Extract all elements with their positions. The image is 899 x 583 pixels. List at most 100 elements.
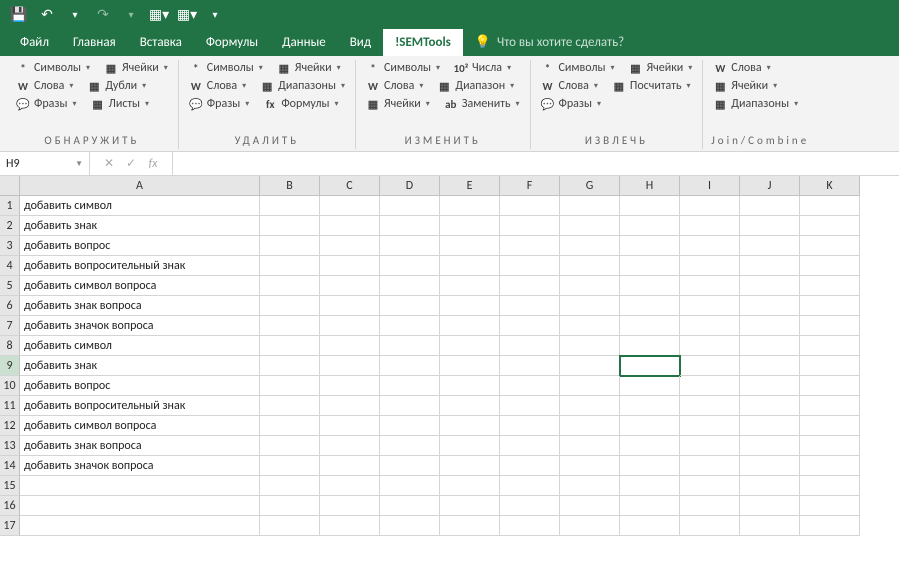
cell[interactable] xyxy=(440,456,500,476)
cell[interactable] xyxy=(320,476,380,496)
cell[interactable] xyxy=(380,196,440,216)
col-header-F[interactable]: F xyxy=(500,176,560,196)
cell[interactable] xyxy=(560,196,620,216)
cell[interactable] xyxy=(560,336,620,356)
cell[interactable] xyxy=(560,216,620,236)
cancel-icon[interactable]: ✕ xyxy=(100,156,118,171)
cell[interactable]: добавить знак вопроса xyxy=(20,436,260,456)
row-header[interactable]: 12 xyxy=(0,416,20,436)
cell[interactable] xyxy=(800,396,860,416)
cell[interactable] xyxy=(560,436,620,456)
cell[interactable] xyxy=(260,316,320,336)
cell[interactable] xyxy=(620,416,680,436)
ribbon-диапазоны-button[interactable]: ▦Диапазоны▾ xyxy=(258,78,347,94)
ribbon-ячейки-button[interactable]: ▦Ячейки▾ xyxy=(102,60,170,76)
cell[interactable] xyxy=(260,476,320,496)
ribbon-ячейки-button[interactable]: ▦Ячейки▾ xyxy=(626,60,694,76)
cell[interactable] xyxy=(440,376,500,396)
cell[interactable] xyxy=(680,456,740,476)
cell[interactable] xyxy=(380,256,440,276)
cell[interactable] xyxy=(320,396,380,416)
ribbon-фразы-button[interactable]: 💬Фразы▾ xyxy=(539,96,604,112)
cell[interactable] xyxy=(680,316,740,336)
cell[interactable] xyxy=(380,276,440,296)
tab-data[interactable]: Данные xyxy=(270,29,338,56)
cell[interactable] xyxy=(380,456,440,476)
cell[interactable] xyxy=(800,316,860,336)
cell[interactable] xyxy=(680,336,740,356)
cell[interactable] xyxy=(740,296,800,316)
cell[interactable] xyxy=(740,276,800,296)
tab-insert[interactable]: Вставка xyxy=(128,29,194,56)
cell[interactable]: добавить вопросительный знак xyxy=(20,396,260,416)
cell[interactable] xyxy=(260,376,320,396)
row-header[interactable]: 16 xyxy=(0,496,20,516)
cell[interactable]: добавить вопрос xyxy=(20,236,260,256)
cell[interactable] xyxy=(260,436,320,456)
col-header-K[interactable]: K xyxy=(800,176,860,196)
cell[interactable] xyxy=(680,236,740,256)
row-header[interactable]: 1 xyxy=(0,196,20,216)
tell-me-search[interactable]: 💡 Что вы хотите сделать? xyxy=(463,29,636,56)
cell[interactable] xyxy=(500,436,560,456)
ribbon-ячейки-button[interactable]: ▦Ячейки▾ xyxy=(275,60,343,76)
cell[interactable] xyxy=(620,396,680,416)
cell[interactable] xyxy=(800,516,860,536)
cell[interactable]: добавить значок вопроса xyxy=(20,456,260,476)
row-header[interactable]: 14 xyxy=(0,456,20,476)
cell[interactable] xyxy=(560,236,620,256)
col-header-G[interactable]: G xyxy=(560,176,620,196)
cell[interactable] xyxy=(500,396,560,416)
cell[interactable] xyxy=(800,456,860,476)
confirm-icon[interactable]: ✓ xyxy=(122,156,140,171)
cell[interactable] xyxy=(800,296,860,316)
qat-customize-icon[interactable]: ▾ xyxy=(204,3,226,25)
cell[interactable] xyxy=(500,236,560,256)
cell[interactable] xyxy=(380,236,440,256)
cell[interactable] xyxy=(800,496,860,516)
cell[interactable] xyxy=(260,516,320,536)
cell[interactable]: добавить знак вопроса xyxy=(20,296,260,316)
ribbon-символы-button[interactable]: *Символы▾ xyxy=(364,60,442,76)
cell[interactable] xyxy=(680,196,740,216)
redo-icon[interactable]: ↷ xyxy=(92,3,114,25)
ribbon-диапазоны-button[interactable]: ▦Диапазоны▾ xyxy=(711,96,800,112)
cell[interactable] xyxy=(560,276,620,296)
cell[interactable] xyxy=(320,316,380,336)
row-header[interactable]: 8 xyxy=(0,336,20,356)
cell[interactable] xyxy=(740,356,800,376)
cell[interactable] xyxy=(260,416,320,436)
cell[interactable] xyxy=(320,276,380,296)
cell[interactable] xyxy=(500,216,560,236)
tab-semtools[interactable]: !SEMTools xyxy=(383,29,463,56)
tab-view[interactable]: Вид xyxy=(338,29,383,56)
cell[interactable] xyxy=(260,236,320,256)
ribbon-посчитать-button[interactable]: ▦Посчитать▾ xyxy=(610,78,693,94)
cell[interactable] xyxy=(380,396,440,416)
cell[interactable] xyxy=(560,356,620,376)
cell[interactable] xyxy=(680,256,740,276)
row-header[interactable]: 7 xyxy=(0,316,20,336)
fx-icon[interactable]: fx xyxy=(144,157,162,171)
cell[interactable] xyxy=(740,436,800,456)
cell[interactable] xyxy=(500,456,560,476)
tab-file[interactable]: Файл xyxy=(8,29,61,56)
cell[interactable] xyxy=(440,236,500,256)
cell[interactable] xyxy=(680,356,740,376)
row-header[interactable]: 4 xyxy=(0,256,20,276)
cell[interactable] xyxy=(620,276,680,296)
cell[interactable] xyxy=(680,376,740,396)
cell[interactable] xyxy=(260,336,320,356)
cell[interactable] xyxy=(740,196,800,216)
cell[interactable] xyxy=(800,436,860,456)
undo-icon[interactable]: ↶ xyxy=(36,3,58,25)
cell[interactable] xyxy=(320,356,380,376)
cell[interactable] xyxy=(440,416,500,436)
cell[interactable]: добавить символ вопроса xyxy=(20,416,260,436)
cell[interactable] xyxy=(740,476,800,496)
cell[interactable] xyxy=(800,236,860,256)
cell[interactable] xyxy=(500,276,560,296)
ribbon-символы-button[interactable]: *Символы▾ xyxy=(187,60,265,76)
cell[interactable] xyxy=(320,496,380,516)
cell[interactable] xyxy=(440,316,500,336)
